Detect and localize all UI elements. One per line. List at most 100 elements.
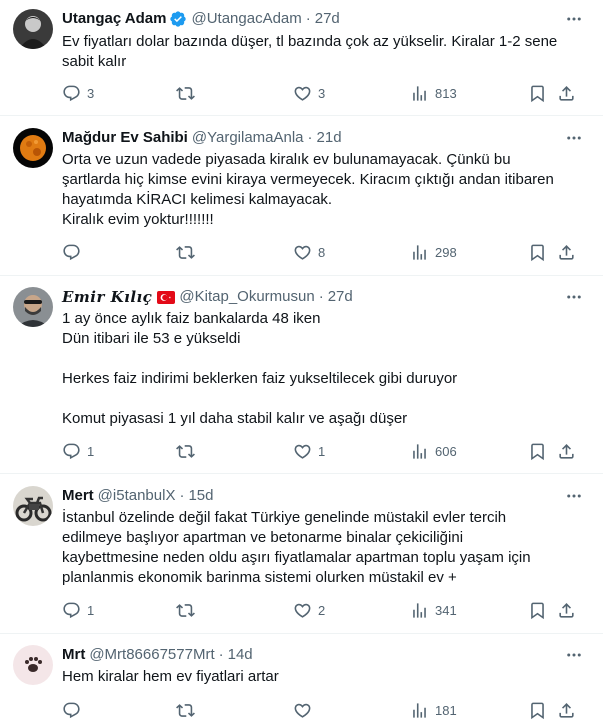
views-count: 606: [435, 443, 457, 459]
tweet-text-line: [62, 389, 562, 409]
like-icon: [294, 603, 311, 618]
user-handle[interactable]: @Mrt86667577Mrt: [89, 645, 214, 665]
views-icon: [413, 602, 426, 618]
views-button[interactable]: 813: [410, 83, 457, 103]
tweet[interactable]: Mert @i5tanbulX · 15d İstanbul özelinde …: [0, 474, 603, 634]
like-button[interactable]: 1: [293, 441, 325, 461]
tweet-text-line: Herkes faiz indirimi beklerken faiz yuks…: [62, 370, 458, 387]
more-options-button[interactable]: [563, 287, 585, 307]
timestamp[interactable]: 27d: [315, 9, 340, 29]
share-button[interactable]: [557, 242, 576, 262]
like-icon: [294, 444, 311, 459]
display-name[interactable]: Mağdur Ev Sahibi: [62, 128, 188, 148]
tweet-text-line: hayatımda KİRACI kelimesi kalmayacak.: [62, 191, 333, 208]
like-button[interactable]: 2: [293, 600, 325, 620]
views-button[interactable]: 298: [410, 242, 457, 262]
tweet[interactable]: Mağdur Ev Sahibi @YargilamaAnla · 21d Or…: [0, 116, 603, 276]
timestamp[interactable]: 21d: [317, 128, 342, 148]
views-button[interactable]: 181: [410, 700, 457, 720]
reply-button[interactable]: 1: [62, 600, 94, 620]
retweet-button[interactable]: [176, 600, 201, 620]
tweet[interactable]: Utangaç Adam @UtangacAdam · 27d Ev fiyat…: [0, 0, 603, 116]
share-button[interactable]: [557, 83, 576, 103]
views-icon: [413, 443, 426, 459]
bookmark-button[interactable]: [528, 441, 547, 461]
bookmark-icon: [531, 702, 544, 719]
tweet-text-line: [62, 349, 562, 369]
user-handle[interactable]: @i5tanbulX: [98, 486, 176, 506]
avatar[interactable]: [13, 9, 53, 49]
retweet-icon: [176, 245, 195, 259]
separator-dot: ·: [318, 288, 324, 305]
tweet-text-line: Komut piyasasi 1 yıl daha stabil kalır v…: [62, 410, 408, 427]
display-name[interactable]: Mrt: [62, 645, 85, 665]
bookmark-button[interactable]: [528, 83, 547, 103]
tweet-text-line: sabit kalır: [62, 53, 127, 70]
user-handle[interactable]: @YargilamaAnla: [192, 128, 304, 148]
tweet-text: İstanbul özelinde değil fakat Türkiye ge…: [62, 508, 562, 588]
avatar[interactable]: [13, 486, 53, 526]
display-name[interactable]: Utangaç Adam: [62, 9, 166, 29]
like-button[interactable]: 3: [293, 83, 325, 103]
timestamp[interactable]: 14d: [228, 645, 253, 665]
views-icon: [413, 85, 426, 101]
more-options-button[interactable]: [563, 486, 585, 506]
more-options-button[interactable]: [563, 9, 585, 29]
retweet-button[interactable]: [176, 700, 201, 720]
reply-button[interactable]: 3: [62, 83, 94, 103]
tweet[interactable]: Mrt @Mrt86667577Mrt · 14d Hem kiralar he…: [0, 634, 603, 724]
more-options-button[interactable]: [563, 128, 585, 148]
display-name[interactable]: Mert: [62, 486, 94, 506]
reply-count: 1: [87, 443, 95, 459]
display-name[interactable]: Emir Kılıç: [62, 287, 152, 307]
share-button[interactable]: [557, 700, 576, 720]
tweet-header: Mrt @Mrt86667577Mrt · 14d: [62, 645, 253, 665]
user-handle[interactable]: @Kitap_Okurmusun: [179, 287, 314, 307]
more-icon: [567, 136, 581, 140]
more-icon: [567, 17, 581, 21]
tweet-header: Mert @i5tanbulX · 15d: [62, 486, 213, 506]
reply-count: 1: [87, 602, 95, 618]
avatar[interactable]: [13, 645, 53, 685]
views-button[interactable]: 606: [410, 441, 457, 461]
bookmark-button[interactable]: [528, 600, 547, 620]
like-icon: [294, 86, 311, 101]
share-button[interactable]: [557, 441, 576, 461]
timestamp[interactable]: 15d: [188, 486, 213, 506]
tweet[interactable]: Emir Kılıç @Kitap_Okurmusun · 27d 1 ay ö…: [0, 276, 603, 474]
tweet-text-line: Orta ve uzun vadede piyasada kiralık ev …: [62, 151, 511, 168]
tweet-actions: 1 2 341: [62, 600, 592, 620]
user-handle[interactable]: @UtangacAdam: [191, 9, 301, 29]
more-options-button[interactable]: [563, 645, 585, 665]
more-icon: [567, 653, 581, 657]
separator-dot: ·: [179, 487, 185, 504]
separator-dot: ·: [307, 129, 313, 146]
tweet-text-line: Ev fiyatları dolar bazında düşer, tl baz…: [62, 33, 558, 50]
retweet-button[interactable]: [176, 441, 201, 461]
retweet-button[interactable]: [176, 242, 201, 262]
turkey-flag-icon: [157, 290, 176, 304]
tweet-text-line: planlanmis ekonomik barinma sistemi olur…: [62, 569, 457, 586]
views-button[interactable]: 341: [410, 600, 457, 620]
like-button[interactable]: 8: [293, 242, 325, 262]
tweet-text-line: İstanbul özelinde değil fakat Türkiye ge…: [62, 509, 507, 526]
bookmark-icon: [531, 602, 544, 619]
reply-button[interactable]: 1: [62, 441, 94, 461]
like-button[interactable]: [293, 700, 318, 720]
reply-button[interactable]: [62, 700, 87, 720]
timestamp[interactable]: 27d: [328, 287, 353, 307]
bookmark-button[interactable]: [528, 700, 547, 720]
views-count: 813: [435, 85, 457, 101]
like-count: 8: [318, 244, 326, 260]
reply-icon: [63, 702, 80, 718]
reply-button[interactable]: [62, 242, 87, 262]
share-button[interactable]: [557, 600, 576, 620]
retweet-button[interactable]: [176, 83, 201, 103]
verified-badge-icon: [170, 11, 187, 27]
avatar[interactable]: [13, 287, 53, 327]
avatar[interactable]: [13, 128, 53, 168]
bookmark-button[interactable]: [528, 242, 547, 262]
tweet-text: Hem kiralar hem ev fiyatlari artar: [62, 667, 562, 687]
bookmark-icon: [531, 244, 544, 261]
retweet-icon: [176, 703, 195, 717]
